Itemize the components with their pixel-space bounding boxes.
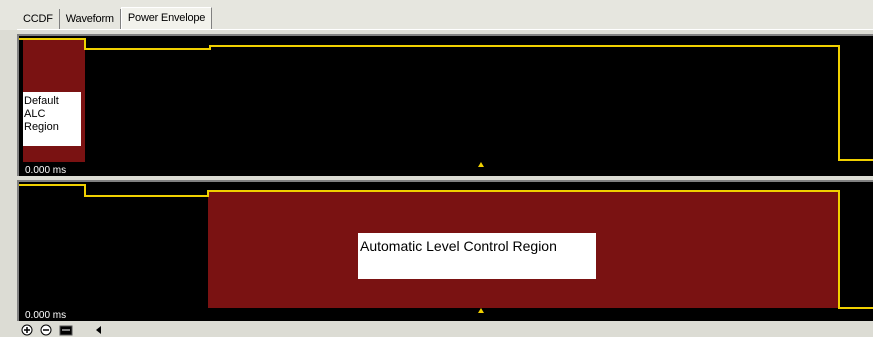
- zoom-in-icon[interactable]: [21, 324, 33, 336]
- scroll-left-icon[interactable]: [94, 324, 104, 336]
- tab-power-envelope[interactable]: Power Envelope: [120, 7, 213, 29]
- time-label-top: 0.000 ms: [25, 165, 67, 176]
- alc-region-label: Automatic Level Control Region: [358, 233, 596, 279]
- tab-ccdf[interactable]: CCDF: [17, 9, 60, 29]
- tab-waveform[interactable]: Waveform: [59, 9, 121, 29]
- power-trace-top: [19, 38, 873, 161]
- zoom-out-icon[interactable]: [40, 324, 52, 336]
- time-label-bottom: 0.000 ms: [25, 310, 67, 321]
- default-alc-region-label: Default ALC Region: [23, 92, 81, 146]
- top-plot-canvas: [19, 38, 873, 162]
- fit-icon[interactable]: [59, 324, 73, 336]
- tab-strip: CCDF Waveform Power Envelope: [17, 7, 213, 29]
- time-marker-bottom[interactable]: [478, 308, 484, 313]
- plot-toolbar: [0, 323, 873, 337]
- power-envelope-plot-top[interactable]: Default ALC Region 0.000 ms: [17, 34, 873, 176]
- power-envelope-window: CCDF Waveform Power Envelope Default ALC…: [0, 0, 873, 337]
- tab-divider: [17, 29, 873, 30]
- time-marker-top[interactable]: [478, 162, 484, 167]
- tab-bar: CCDF Waveform Power Envelope: [0, 0, 873, 30]
- power-envelope-plot-bottom[interactable]: Automatic Level Control Region 0.000 ms: [17, 180, 873, 321]
